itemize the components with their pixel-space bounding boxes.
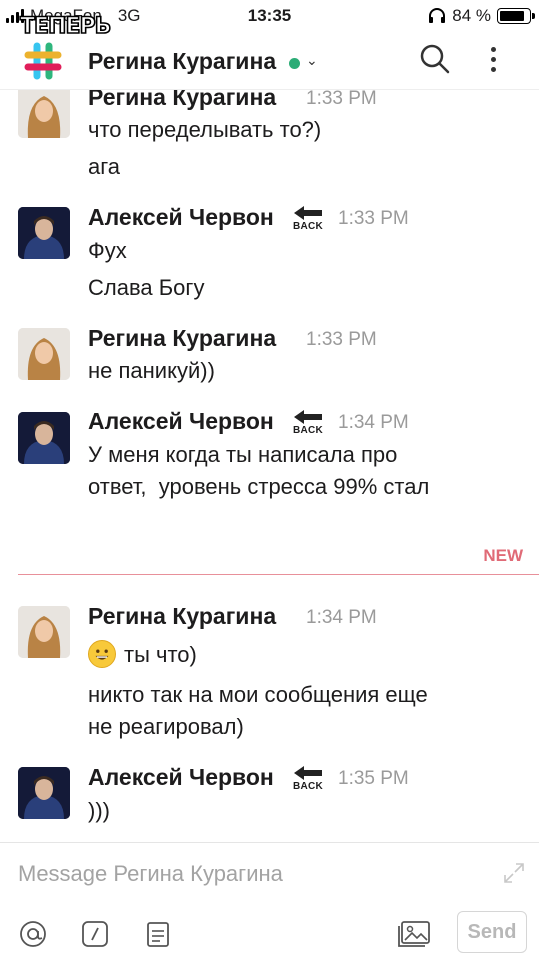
avatar-regina[interactable] <box>18 606 70 658</box>
chevron-down-icon[interactable]: ⌄ <box>306 52 318 69</box>
message-author[interactable]: Регина Курагина <box>88 90 276 111</box>
channel-title[interactable]: Регина Курагина <box>88 48 276 75</box>
message-composer: Message Регина Курагина Send <box>0 842 539 960</box>
avatar-aleksey[interactable] <box>18 767 70 819</box>
new-messages-label: NEW <box>483 546 523 565</box>
headphones-icon <box>429 8 446 23</box>
message-text: не реагировал) <box>88 714 244 739</box>
message-author[interactable]: Регина Курагина <box>88 325 276 352</box>
slack-logo-icon[interactable] <box>22 40 64 82</box>
back-badge-text: BACK <box>292 781 324 792</box>
avatar-aleksey[interactable] <box>18 412 70 464</box>
clipboard-icon[interactable] <box>143 919 173 949</box>
image-gallery-icon[interactable] <box>396 919 432 949</box>
back-arrow-icon: BACK <box>292 764 324 792</box>
message-text: ага <box>88 154 121 179</box>
message-author[interactable]: Алексей Червон <box>88 408 274 435</box>
message-time: 1:35 PM <box>338 768 409 789</box>
message-text: У меня когда ты написала про <box>88 442 398 467</box>
more-vertical-icon[interactable] <box>480 42 506 76</box>
message-author[interactable]: Алексей Червон <box>88 204 274 231</box>
message-text: ты что) <box>124 642 197 667</box>
message-text: не паникуй)) <box>88 358 215 383</box>
watermark-logo: ТЕПЕРЬ <box>19 13 112 40</box>
message-author[interactable]: Алексей Червон <box>88 764 274 791</box>
send-button[interactable]: Send <box>457 911 527 953</box>
status-right: 84 % <box>428 6 535 26</box>
message-time: 1:33 PM <box>306 329 377 350</box>
message-time: 1:33 PM <box>306 90 377 109</box>
back-arrow-icon: BACK <box>292 408 324 436</box>
message-text: что переделывать то?) <box>88 117 322 142</box>
message-text: ответ, уровень стресса 99% стал <box>88 474 430 499</box>
back-badge-text: BACK <box>292 425 324 436</box>
at-icon[interactable] <box>18 919 48 949</box>
expand-icon[interactable] <box>502 861 526 885</box>
battery-percent: 84 % <box>452 6 491 25</box>
message-text: ))) <box>88 798 110 823</box>
avatar-regina[interactable] <box>18 90 70 138</box>
grinning-face-emoji-icon <box>88 640 116 668</box>
message-text: Фух <box>88 238 127 263</box>
message-time: 1:34 PM <box>338 412 409 433</box>
avatar-regina[interactable] <box>18 328 70 380</box>
message-text: Слава Богу <box>88 275 205 300</box>
back-badge-text: BACK <box>292 221 324 232</box>
message-list[interactable]: Регина Курагина 1:33 PM что переделывать… <box>0 90 539 842</box>
battery-icon <box>497 8 535 24</box>
back-arrow-icon: BACK <box>292 204 324 232</box>
message-text: никто так на мои сообщения еще <box>88 682 428 707</box>
message-time: 1:33 PM <box>338 208 409 229</box>
message-author[interactable]: Регина Курагина <box>88 603 276 630</box>
presence-dot <box>289 58 300 69</box>
new-messages-divider <box>18 574 539 575</box>
message-input[interactable]: Message Регина Курагина <box>18 861 283 887</box>
slash-command-icon[interactable] <box>80 919 110 949</box>
search-icon[interactable] <box>418 42 452 76</box>
message-time: 1:34 PM <box>306 607 377 628</box>
channel-header: Регина Курагина ⌄ <box>0 32 539 90</box>
avatar-aleksey[interactable] <box>18 207 70 259</box>
